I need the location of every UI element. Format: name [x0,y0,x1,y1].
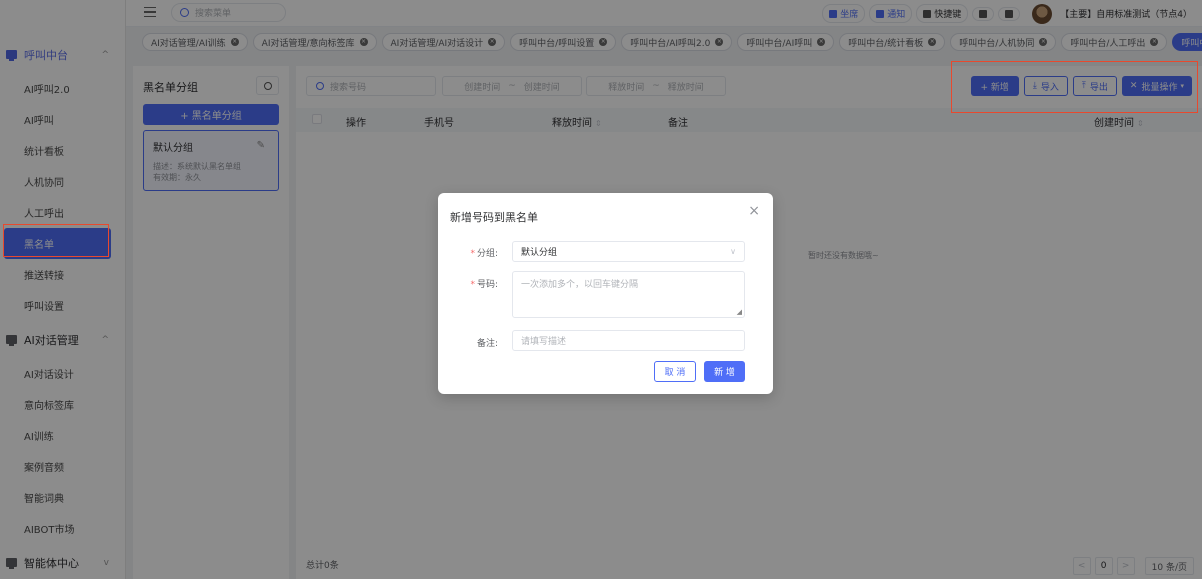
remark-placeholder: 请填写描述 [521,337,567,347]
resize-handle-icon[interactable]: ◢ [737,308,742,316]
group-select[interactable]: 默认分组 ∨ [512,241,745,262]
highlight-box-toolbar [951,61,1198,113]
required-mark: * [470,280,475,290]
cancel-button[interactable]: 取 消 [654,361,696,382]
dialog-title: 新增号码到黑名单 [450,211,538,224]
group-label: * 分组: [448,246,498,259]
required-mark: * [470,249,475,259]
add-blacklist-dialog: 新增号码到黑名单 × * 分组: 默认分组 ∨ * 号码: 一次添加多个，以回车键分… [438,193,773,394]
number-label-text: 号码: [476,280,498,290]
remark-label: 备注: [476,339,498,349]
close-icon[interactable]: × [748,203,760,219]
number-placeholder: 一次添加多个，以回车键分隔 [521,280,639,290]
submit-button[interactable]: 新 增 [704,361,745,382]
chevron-down-icon: ∨ [730,247,736,256]
group-select-value: 默认分组 [521,248,558,258]
remark-input[interactable]: 请填写描述 [512,330,745,351]
highlight-box-blacklist-menu [3,224,109,257]
number-label: * 号码: [448,277,498,290]
group-label-text: 分组: [476,249,498,259]
number-textarea[interactable]: 一次添加多个，以回车键分隔 ◢ [512,271,745,318]
